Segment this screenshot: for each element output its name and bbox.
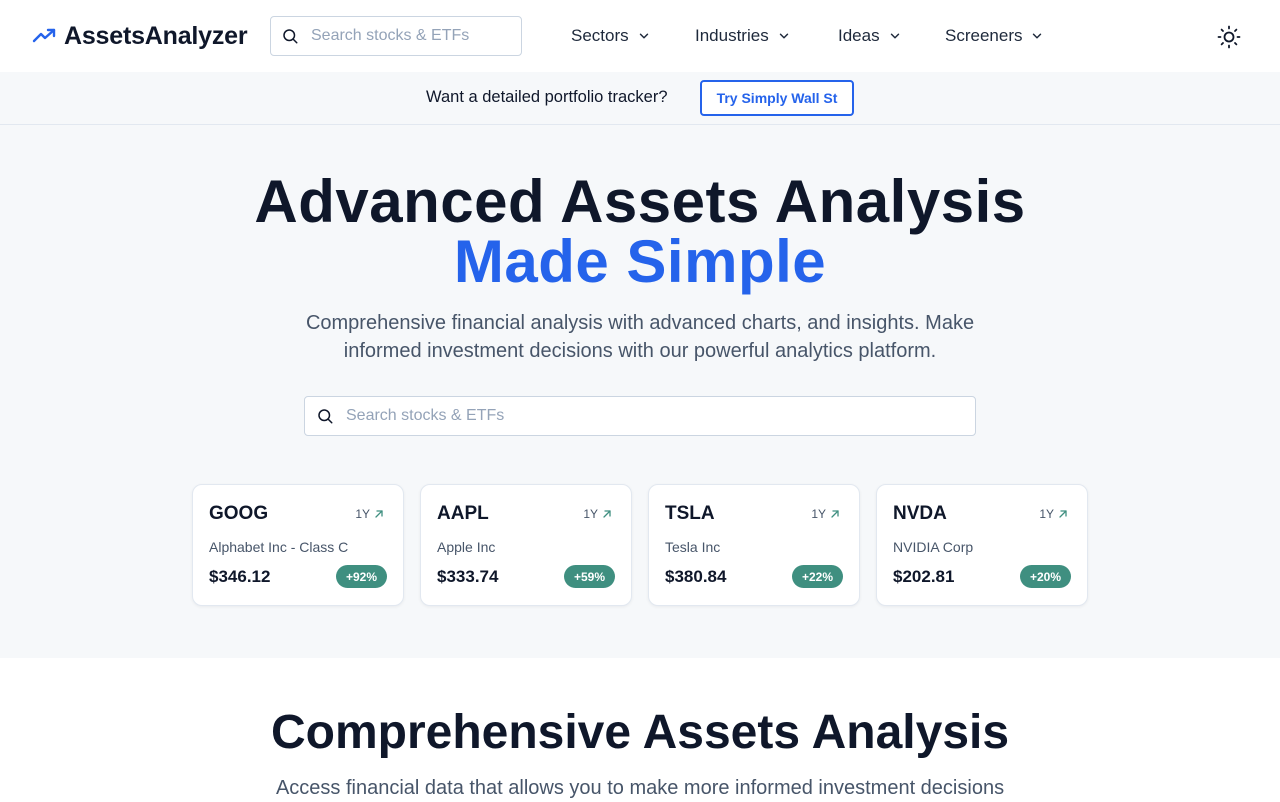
nav-menu-industries[interactable]: Industries	[695, 22, 791, 50]
search-icon	[318, 409, 333, 424]
card-ticker: GOOG	[209, 503, 269, 524]
card-price: $346.12	[209, 567, 271, 586]
hero-title: Advanced Assets Analysis	[254, 168, 1026, 235]
promo-banner: Want a detailed portfolio tracker? Try S…	[0, 72, 1280, 125]
card-ticker: AAPL	[437, 503, 489, 524]
card-price: $380.84	[665, 567, 727, 586]
chevron-down-icon	[779, 33, 788, 39]
hero-section: Advanced Assets Analysis Made Simple Com…	[0, 125, 1280, 658]
nav-menu-label: Industries	[695, 26, 769, 45]
card-change-badge: +59%	[563, 565, 615, 588]
card-period: 1Y	[811, 507, 841, 521]
nav-search-input[interactable]	[311, 27, 501, 45]
stock-card-nvda[interactable]: NVDA 1Y NVIDIA Corp $202.81 +20%	[876, 484, 1088, 606]
card-period-label: 1Y	[583, 507, 598, 521]
theme-toggle-button[interactable]	[1214, 22, 1244, 52]
nav-menu-label: Sectors	[571, 26, 629, 45]
nav-menu-label: Ideas	[838, 26, 880, 45]
card-price: $202.81	[893, 567, 955, 586]
card-price: $333.74	[437, 567, 499, 586]
card-period: 1Y	[1039, 507, 1069, 521]
try-simply-wall-st-button[interactable]: Try Simply Wall St	[700, 80, 854, 116]
nav-menu-label: Screeners	[945, 26, 1023, 45]
card-change-badge: +22%	[791, 565, 843, 588]
card-period-label: 1Y	[1039, 507, 1054, 521]
section-subtitle: Access financial data that allows you to…	[275, 777, 1005, 799]
card-company-name: Apple Inc	[437, 539, 496, 555]
top-navbar: AssetsAnalyzer Sectors Industries Ideas …	[0, 0, 1280, 72]
card-period-label: 1Y	[811, 507, 826, 521]
hero-subtitle: Comprehensive financial analysis with ad…	[305, 312, 975, 362]
section-title: Comprehensive Assets Analysis	[270, 706, 1010, 759]
nav-menu-ideas[interactable]: Ideas	[838, 22, 902, 50]
hero-search-input[interactable]	[346, 407, 946, 425]
hero-search-box[interactable]	[304, 396, 976, 436]
chevron-down-icon	[639, 33, 648, 39]
arrow-up-right-icon	[603, 510, 611, 518]
chevron-down-icon	[1033, 33, 1042, 39]
card-ticker: NVDA	[893, 503, 947, 524]
card-company-name: Alphabet Inc - Class C	[209, 539, 349, 555]
sun-icon	[1217, 25, 1241, 49]
hero-title-accent: Made Simple	[453, 228, 827, 295]
arrow-up-right-icon	[1059, 510, 1067, 518]
nav-menu-screeners[interactable]: Screeners	[945, 22, 1044, 50]
stock-card-goog[interactable]: GOOG 1Y Alphabet Inc - Class C $346.12 +…	[192, 484, 404, 606]
nav-search-box[interactable]	[270, 16, 522, 56]
brand-name: AssetsAnalyzer	[64, 21, 248, 50]
promo-text: Want a detailed portfolio tracker?	[426, 88, 668, 106]
chevron-down-icon	[890, 33, 899, 39]
card-change-badge: +20%	[1019, 565, 1071, 588]
card-period: 1Y	[355, 507, 385, 521]
card-period-label: 1Y	[355, 507, 370, 521]
stock-card-aapl[interactable]: AAPL 1Y Apple Inc $333.74 +59%	[420, 484, 632, 606]
trending-up-icon	[32, 28, 56, 43]
card-ticker: TSLA	[665, 503, 715, 524]
card-company-name: Tesla Inc	[665, 539, 721, 555]
card-period: 1Y	[583, 507, 613, 521]
arrow-up-right-icon	[375, 510, 383, 518]
card-company-name: NVIDIA Corp	[893, 539, 974, 555]
stock-card-tsla[interactable]: TSLA 1Y Tesla Inc $380.84 +22%	[648, 484, 860, 606]
search-icon	[283, 29, 298, 44]
card-change-badge: +92%	[335, 565, 387, 588]
brand-logo[interactable]: AssetsAnalyzer	[32, 20, 248, 52]
arrow-up-right-icon	[831, 510, 839, 518]
nav-menu-sectors[interactable]: Sectors	[571, 22, 651, 50]
